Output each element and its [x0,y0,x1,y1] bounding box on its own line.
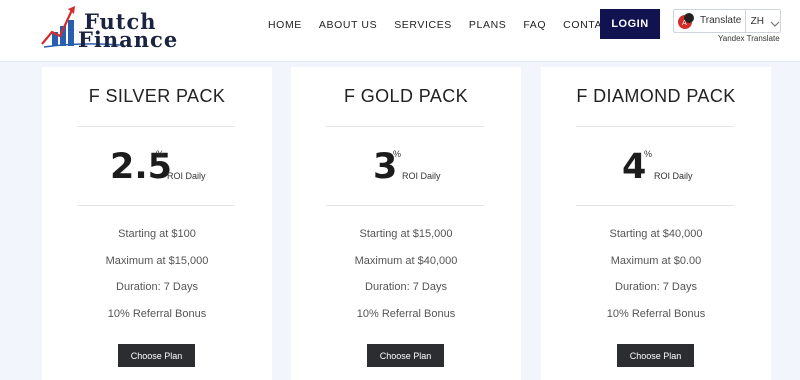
plan-feature: Starting at $15,000 [359,228,453,240]
divider [77,126,235,127]
roi-unit: % [644,149,653,159]
plan-card-diamond: F DIAMOND PACK 4 % ROI Daily Starting at… [541,67,771,380]
choose-plan-button[interactable]: Choose Plan [367,344,444,367]
main-nav: HOME ABOUT US SERVICES PLANS FAQ CONTACT [268,18,634,32]
plan-card-gold: F GOLD PACK 3 % ROI Daily Starting at $1… [291,67,521,380]
divider [326,205,484,206]
divider [77,205,235,206]
nav-faq[interactable]: FAQ [523,18,546,32]
translate-icon: A [677,12,695,30]
translate-provider[interactable]: Yandex Translate [718,34,780,43]
brand-name-line2: Finance [78,27,179,52]
plan-title: F DIAMOND PACK [576,86,736,106]
plan-feature: Duration: 7 Days [615,281,697,293]
login-button[interactable]: LOGIN [600,9,660,39]
plan-feature: Maximum at $40,000 [354,255,458,267]
chevron-down-icon[interactable] [770,16,780,27]
roi-label: ROI Daily [167,171,206,181]
nav-about-us[interactable]: ABOUT US [319,18,377,32]
svg-text:A: A [682,19,687,27]
language-select[interactable]: ZH [751,16,764,27]
plan-feature: Duration: 7 Days [365,281,447,293]
choose-plan-button[interactable]: Choose Plan [118,344,195,367]
nav-home[interactable]: HOME [268,18,302,32]
roi-label: ROI Daily [402,171,441,181]
translate-widget[interactable]: A Translate ZH [673,9,781,33]
plan-feature: 10% Referral Bonus [356,308,456,320]
plan-feature: Maximum at $15,000 [105,255,209,267]
divider [576,126,734,127]
divider [326,126,484,127]
roi-label: ROI Daily [654,171,693,181]
translate-label: Translate [700,15,742,26]
nav-services[interactable]: SERVICES [394,18,452,32]
divider [576,205,734,206]
plan-title: F GOLD PACK [343,86,469,106]
plan-feature: 10% Referral Bonus [107,308,207,320]
plan-feature: 10% Referral Bonus [606,308,706,320]
roi-unit: % [393,149,402,159]
plan-title: F SILVER PACK [88,86,226,106]
site-header: Futch Finance HOME ABOUT US SERVICES PLA… [0,0,800,62]
plan-feature: Maximum at $0.00 [610,255,702,267]
roi-value: 4 [622,147,647,187]
plan-card-silver: F SILVER PACK 2.5 % ROI Daily Starting a… [42,67,272,380]
choose-plan-button[interactable]: Choose Plan [617,344,694,367]
plan-feature: Duration: 7 Days [116,281,198,293]
nav-plans[interactable]: PLANS [469,18,506,32]
roi-unit: % [156,149,165,159]
plan-feature: Starting at $100 [118,228,196,240]
plan-feature: Starting at $40,000 [609,228,703,240]
brand-logo[interactable]: Futch Finance [40,4,190,50]
